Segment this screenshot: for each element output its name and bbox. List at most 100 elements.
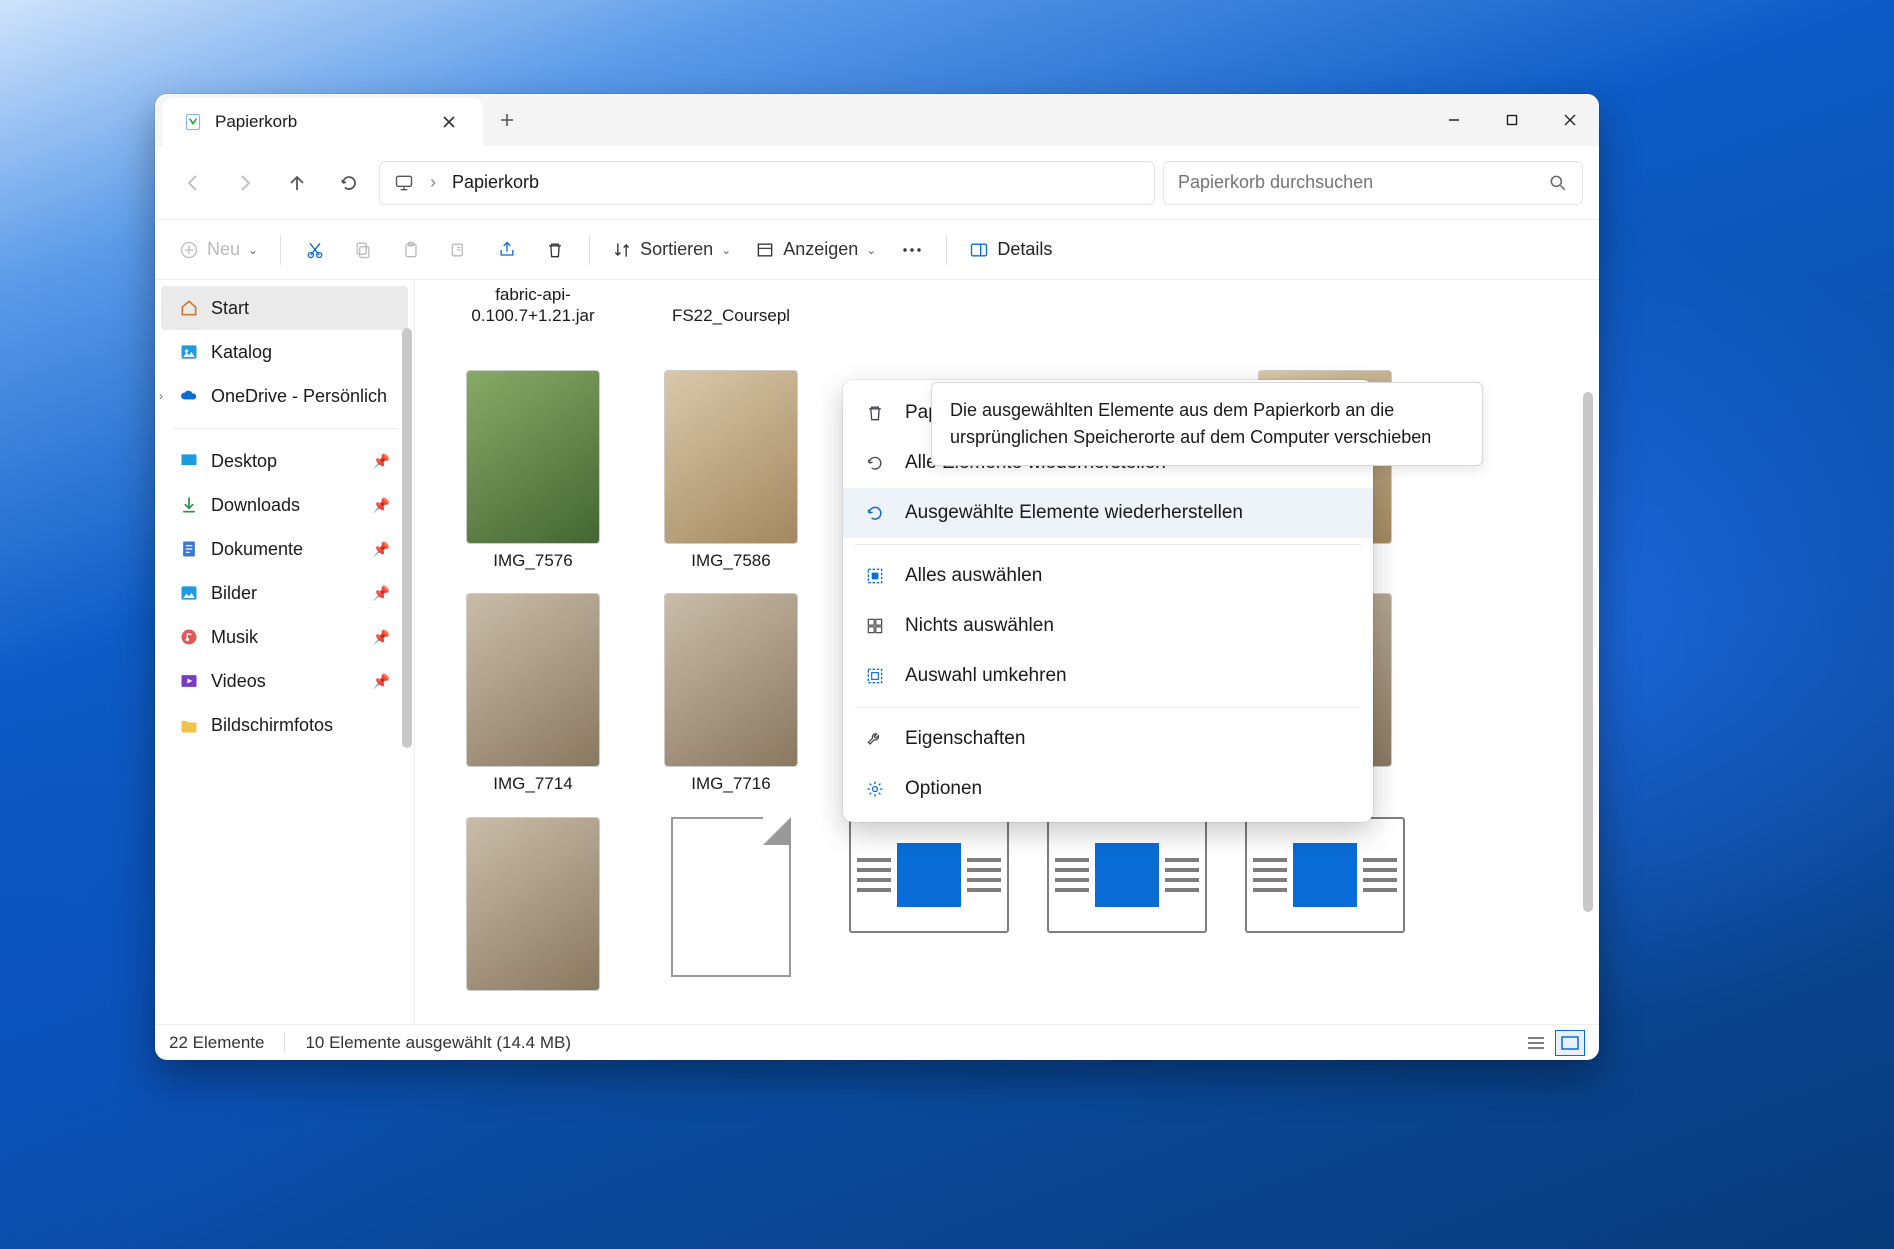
file-item[interactable]: IMG_7714 — [445, 593, 621, 794]
menu-item-options[interactable]: Optionen — [843, 764, 1373, 814]
sidebar-scrollbar[interactable] — [402, 328, 412, 748]
select-all-icon — [863, 566, 887, 586]
sort-button[interactable]: Sortieren ⌄ — [602, 228, 741, 272]
sidebar-item-downloads[interactable]: Downloads 📌 — [161, 483, 408, 527]
copy-button[interactable] — [341, 228, 385, 272]
menu-item-invert-selection[interactable]: Auswahl umkehren — [843, 651, 1373, 701]
search-box[interactable] — [1163, 161, 1583, 205]
menu-item-label: Eigenschaften — [905, 728, 1025, 750]
details-view-button[interactable] — [1521, 1030, 1551, 1056]
new-button[interactable]: Neu ⌄ — [169, 228, 268, 272]
thumbnails-view-button[interactable] — [1555, 1030, 1585, 1056]
image-thumbnail — [466, 817, 600, 991]
sidebar-item-katalog[interactable]: Katalog — [161, 330, 408, 374]
file-item[interactable] — [1237, 817, 1413, 991]
chevron-right-icon[interactable]: › — [159, 389, 163, 403]
pictures-icon — [179, 583, 199, 603]
sidebar-item-musik[interactable]: Musik 📌 — [161, 615, 408, 659]
view-button[interactable]: Anzeigen ⌄ — [745, 228, 886, 272]
menu-item-label: Alles auswählen — [905, 565, 1042, 587]
sidebar-separator — [173, 428, 396, 429]
address-bar[interactable]: › Papierkorb — [379, 161, 1155, 205]
sidebar-item-onedrive[interactable]: › OneDrive - Persönlich — [161, 374, 408, 418]
file-name: IMG_7586 — [691, 550, 770, 571]
sidebar-item-label: Start — [211, 298, 249, 319]
wrench-icon — [863, 729, 887, 749]
sidebar-item-bilder[interactable]: Bilder 📌 — [161, 571, 408, 615]
status-selection: 10 Elemente ausgewählt (14.4 MB) — [305, 1033, 571, 1053]
tooltip: Die ausgewählten Elemente aus dem Papier… — [931, 382, 1483, 466]
file-item[interactable]: fabric-api-0.100.7+1.21.jar — [445, 280, 621, 326]
menu-item-select-all[interactable]: Alles auswählen — [843, 551, 1373, 601]
minimize-button[interactable] — [1425, 94, 1483, 146]
content-scrollbar[interactable] — [1583, 392, 1593, 912]
sidebar-item-label: Dokumente — [211, 539, 303, 560]
sidebar-item-bildschirmfotos[interactable]: Bildschirmfotos — [161, 703, 408, 747]
up-button[interactable] — [275, 161, 319, 205]
share-button[interactable] — [485, 228, 529, 272]
pin-icon: 📌 — [373, 673, 390, 690]
desktop-icon — [179, 451, 199, 471]
cut-button[interactable] — [293, 228, 337, 272]
file-item[interactable]: IMG_7576 — [445, 370, 621, 571]
menu-item-restore-selected[interactable]: Ausgewählte Elemente wiederherstellen — [843, 488, 1373, 538]
menu-separator — [855, 707, 1361, 708]
sidebar-item-label: Musik — [211, 627, 258, 648]
file-name: FS22_Coursepl — [672, 305, 790, 326]
maximize-button[interactable] — [1483, 94, 1541, 146]
file-item[interactable]: FS22_Coursepl — [643, 280, 819, 326]
back-button[interactable] — [171, 161, 215, 205]
refresh-button[interactable] — [327, 161, 371, 205]
sidebar-item-label: Bilder — [211, 583, 257, 604]
menu-item-properties[interactable]: Eigenschaften — [843, 714, 1373, 764]
delete-button[interactable] — [533, 228, 577, 272]
file-item[interactable] — [1039, 817, 1215, 991]
chevron-down-icon: ⌄ — [866, 243, 876, 257]
tooltip-text: Die ausgewählten Elemente aus dem Papier… — [950, 400, 1431, 447]
file-item[interactable] — [643, 817, 819, 991]
sidebar-item-start[interactable]: Start — [161, 286, 408, 330]
tab-title: Papierkorb — [215, 112, 423, 132]
forward-button[interactable] — [223, 161, 267, 205]
paste-button[interactable] — [389, 228, 433, 272]
sidebar-item-dokumente[interactable]: Dokumente 📌 — [161, 527, 408, 571]
monitor-icon — [394, 173, 414, 193]
tab-close-button[interactable] — [435, 108, 463, 136]
menu-item-label: Optionen — [905, 778, 982, 800]
sidebar-item-desktop[interactable]: Desktop 📌 — [161, 439, 408, 483]
menu-separator — [855, 544, 1361, 545]
active-tab[interactable]: Papierkorb — [163, 98, 483, 146]
chevron-down-icon: ⌄ — [248, 243, 258, 257]
details-pane-button[interactable]: Details — [959, 228, 1062, 272]
sidebar-item-label: OneDrive - Persönlich — [211, 386, 387, 407]
file-name: IMG_7576 — [493, 550, 572, 571]
music-icon — [179, 627, 199, 647]
pin-icon: 📌 — [373, 453, 390, 470]
explorer-window: Papierkorb › Papierkorb — [155, 94, 1599, 1060]
file-item[interactable]: IMG_7586 — [643, 370, 819, 571]
menu-item-label: Nichts auswählen — [905, 615, 1054, 637]
address-row: › Papierkorb — [155, 146, 1599, 220]
sidebar-item-label: Downloads — [211, 495, 300, 516]
shortcut-thumbnail — [1245, 817, 1405, 933]
documents-icon — [179, 539, 199, 559]
breadcrumb-location[interactable]: Papierkorb — [452, 172, 539, 193]
details-label: Details — [997, 239, 1052, 260]
rename-button[interactable] — [437, 228, 481, 272]
file-item[interactable] — [841, 817, 1017, 991]
search-input[interactable] — [1178, 172, 1548, 193]
catalog-icon — [179, 342, 199, 362]
more-button[interactable] — [890, 228, 934, 272]
sidebar: Start Katalog › OneDrive - Persönlich De… — [155, 280, 415, 1024]
image-thumbnail — [664, 593, 798, 767]
trash-icon — [863, 403, 887, 423]
sidebar-item-label: Desktop — [211, 451, 277, 472]
file-item[interactable]: IMG_7716 — [643, 593, 819, 794]
new-tab-button[interactable] — [483, 94, 531, 146]
file-item[interactable] — [445, 817, 621, 991]
close-button[interactable] — [1541, 94, 1599, 146]
sidebar-item-videos[interactable]: Videos 📌 — [161, 659, 408, 703]
menu-item-select-none[interactable]: Nichts auswählen — [843, 601, 1373, 651]
toolbar: Neu ⌄ Sortieren ⌄ Anzeigen ⌄ Details — [155, 220, 1599, 280]
select-invert-icon — [863, 666, 887, 686]
